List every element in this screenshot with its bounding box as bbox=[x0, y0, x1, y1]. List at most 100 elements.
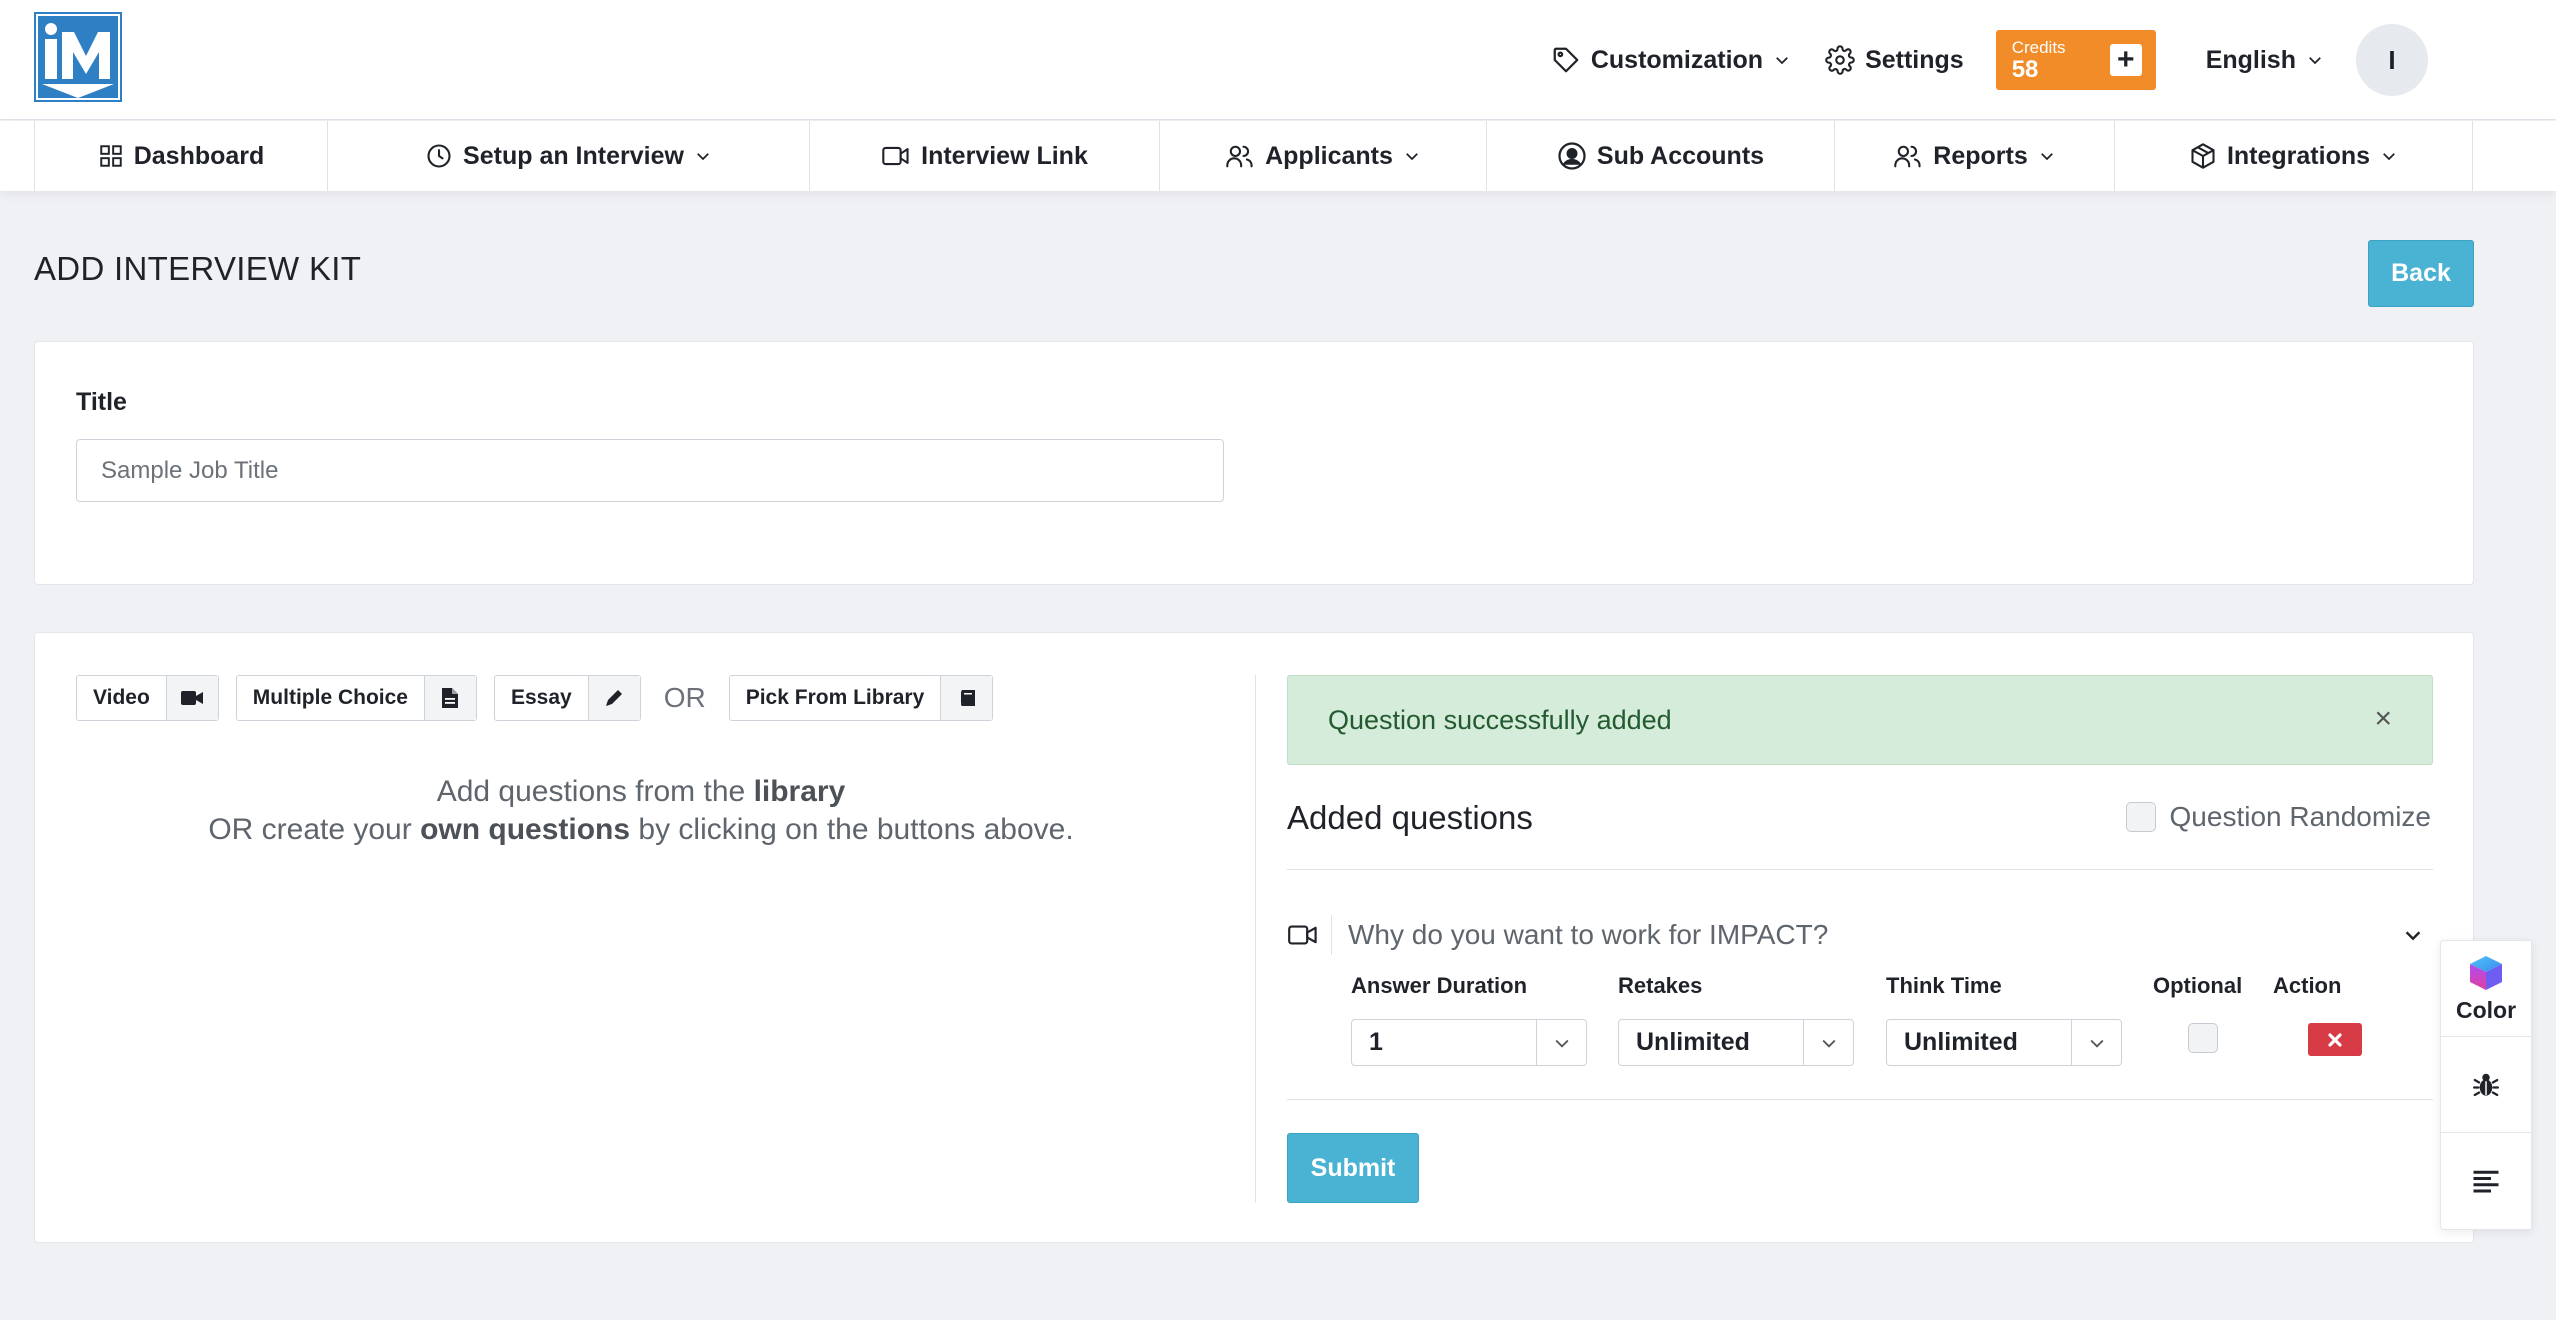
chevron-down-icon bbox=[2383, 153, 2395, 161]
top-header: Customization Settings Credits 58 + Engl… bbox=[0, 0, 2556, 120]
success-alert: Question successfully added × bbox=[1287, 675, 2433, 765]
nav-item-setup-interview[interactable]: Setup an Interview bbox=[328, 121, 810, 191]
submit-button[interactable]: Submit bbox=[1287, 1133, 1419, 1203]
floating-tools-widget: Color bbox=[2440, 940, 2532, 1230]
add-multiple-choice-button[interactable]: Multiple Choice bbox=[235, 675, 477, 721]
answer-duration-label: Answer Duration bbox=[1351, 973, 1528, 998]
nav-item-integrations[interactable]: Integrations bbox=[2115, 121, 2473, 191]
title-input[interactable] bbox=[76, 439, 1224, 502]
alert-message: Question successfully added bbox=[1328, 704, 1672, 735]
think-time-label: Think Time bbox=[1886, 973, 2002, 998]
nav-label: Setup an Interview bbox=[463, 141, 684, 170]
questions-card: Video Multiple Choice Essay OR Pick From… bbox=[34, 632, 2474, 1243]
back-button[interactable]: Back bbox=[2368, 240, 2474, 307]
header-actions: Customization Settings Credits 58 + Engl… bbox=[1551, 0, 2556, 120]
pencil-icon bbox=[587, 676, 640, 720]
customization-menu[interactable]: Customization bbox=[1551, 45, 1791, 75]
nav-item-interview-link[interactable]: Interview Link bbox=[810, 121, 1160, 191]
main-nav: Dashboard Setup an Interview Interview L… bbox=[0, 121, 2556, 191]
question-type-buttons: Video Multiple Choice Essay OR Pick From… bbox=[76, 675, 1010, 721]
align-tool[interactable] bbox=[2441, 1133, 2531, 1229]
delete-question-button[interactable] bbox=[2308, 1023, 2362, 1056]
add-credits-icon[interactable]: + bbox=[2109, 44, 2142, 76]
users-icon bbox=[1226, 145, 1253, 168]
video-button-label: Video bbox=[93, 686, 150, 709]
hint-text: OR create your bbox=[208, 813, 421, 846]
optional-checkbox[interactable] bbox=[2188, 1023, 2218, 1053]
empty-questions-hint: Add questions from the library OR create… bbox=[76, 773, 1206, 849]
bug-report-tool[interactable] bbox=[2441, 1037, 2531, 1133]
credits-info: Credits 58 bbox=[2012, 39, 2066, 82]
video-camera-icon bbox=[1287, 923, 1331, 947]
grid-icon bbox=[99, 145, 122, 167]
nav-label: Applicants bbox=[1265, 141, 1393, 170]
randomize-checkbox[interactable] bbox=[2125, 802, 2156, 832]
settings-label: Settings bbox=[1865, 45, 1964, 74]
credits-value: 58 bbox=[2011, 55, 2039, 83]
chevron-down-icon bbox=[2309, 57, 2321, 65]
user-avatar[interactable]: I bbox=[2356, 24, 2428, 96]
chevron-down-icon bbox=[1803, 1020, 1853, 1065]
settings-link[interactable]: Settings bbox=[1825, 45, 1964, 75]
think-time-value: Unlimited bbox=[1904, 1028, 2018, 1056]
answer-duration-select[interactable]: 1 bbox=[1351, 1019, 1587, 1066]
hint-line-1: Add questions from the library bbox=[76, 773, 1206, 811]
language-selector[interactable]: English bbox=[2206, 46, 2324, 75]
library-button-label: Pick From Library bbox=[745, 686, 925, 709]
divider bbox=[1287, 1099, 2433, 1100]
users-icon bbox=[1894, 145, 1921, 168]
chevron-down-icon[interactable] bbox=[2393, 924, 2433, 946]
bug-icon bbox=[2473, 1073, 2499, 1096]
nav-item-reports[interactable]: Reports bbox=[1835, 121, 2115, 191]
customization-label: Customization bbox=[1590, 45, 1764, 74]
action-label: Action bbox=[2273, 973, 2342, 998]
color-cube-icon bbox=[2470, 956, 2502, 990]
impact-logo[interactable] bbox=[34, 12, 122, 102]
chevron-down-icon bbox=[1776, 57, 1788, 65]
divider bbox=[1287, 869, 2433, 870]
retakes-select[interactable]: Unlimited bbox=[1618, 1019, 1854, 1066]
add-video-question-button[interactable]: Video bbox=[76, 675, 219, 721]
pick-from-library-button[interactable]: Pick From Library bbox=[728, 675, 994, 721]
nav-label: Dashboard bbox=[133, 141, 265, 170]
chevron-down-icon bbox=[2071, 1020, 2121, 1065]
language-label: English bbox=[2205, 45, 2296, 74]
clock-icon bbox=[427, 144, 451, 168]
title-card: Title bbox=[34, 341, 2474, 585]
color-tool[interactable]: Color bbox=[2441, 941, 2531, 1037]
question-row: Why do you want to work for IMPACT? bbox=[1287, 905, 2433, 965]
divider bbox=[1331, 915, 1332, 955]
hint-library-link: library bbox=[753, 775, 846, 808]
nav-item-applicants[interactable]: Applicants bbox=[1160, 121, 1487, 191]
nav-item-sub-accounts[interactable]: Sub Accounts bbox=[1487, 121, 1835, 191]
question-randomize-toggle[interactable]: Question Randomize bbox=[2125, 801, 2431, 833]
credits-button[interactable]: Credits 58 + bbox=[1995, 30, 2156, 90]
chevron-down-icon bbox=[697, 153, 709, 161]
page-title: ADD INTERVIEW KIT bbox=[34, 250, 362, 287]
think-time-select[interactable]: Unlimited bbox=[1886, 1019, 2122, 1066]
add-essay-question-button[interactable]: Essay bbox=[493, 675, 641, 721]
hint-text: Add questions from the bbox=[436, 775, 754, 808]
column-divider bbox=[1255, 675, 1256, 1203]
hint-line-2: OR create your own questions by clicking… bbox=[76, 811, 1206, 849]
package-icon bbox=[2191, 143, 2215, 169]
randomize-label: Question Randomize bbox=[2169, 801, 2431, 832]
user-circle-icon bbox=[1558, 142, 1586, 170]
nav-items: Dashboard Setup an Interview Interview L… bbox=[34, 121, 2474, 191]
chevron-down-icon bbox=[1536, 1020, 1586, 1065]
hint-own-questions: own questions bbox=[420, 813, 631, 846]
close-icon bbox=[2328, 1032, 2342, 1047]
gear-icon bbox=[1825, 45, 1855, 75]
credits-label: Credits bbox=[2011, 37, 2066, 57]
nav-label: Sub Accounts bbox=[1596, 141, 1765, 170]
video-camera-icon bbox=[882, 146, 909, 166]
or-separator: OR bbox=[663, 682, 706, 713]
question-text[interactable]: Why do you want to work for IMPACT? bbox=[1348, 919, 2393, 951]
retakes-value: Unlimited bbox=[1636, 1028, 1750, 1056]
chevron-down-icon bbox=[1406, 153, 1418, 161]
nav-item-dashboard[interactable]: Dashboard bbox=[35, 121, 328, 191]
close-icon[interactable]: × bbox=[2374, 704, 2392, 734]
chevron-down-icon bbox=[2040, 153, 2053, 161]
hint-text: by clicking on the buttons above. bbox=[630, 813, 1074, 846]
optional-label: Optional bbox=[2153, 973, 2243, 998]
